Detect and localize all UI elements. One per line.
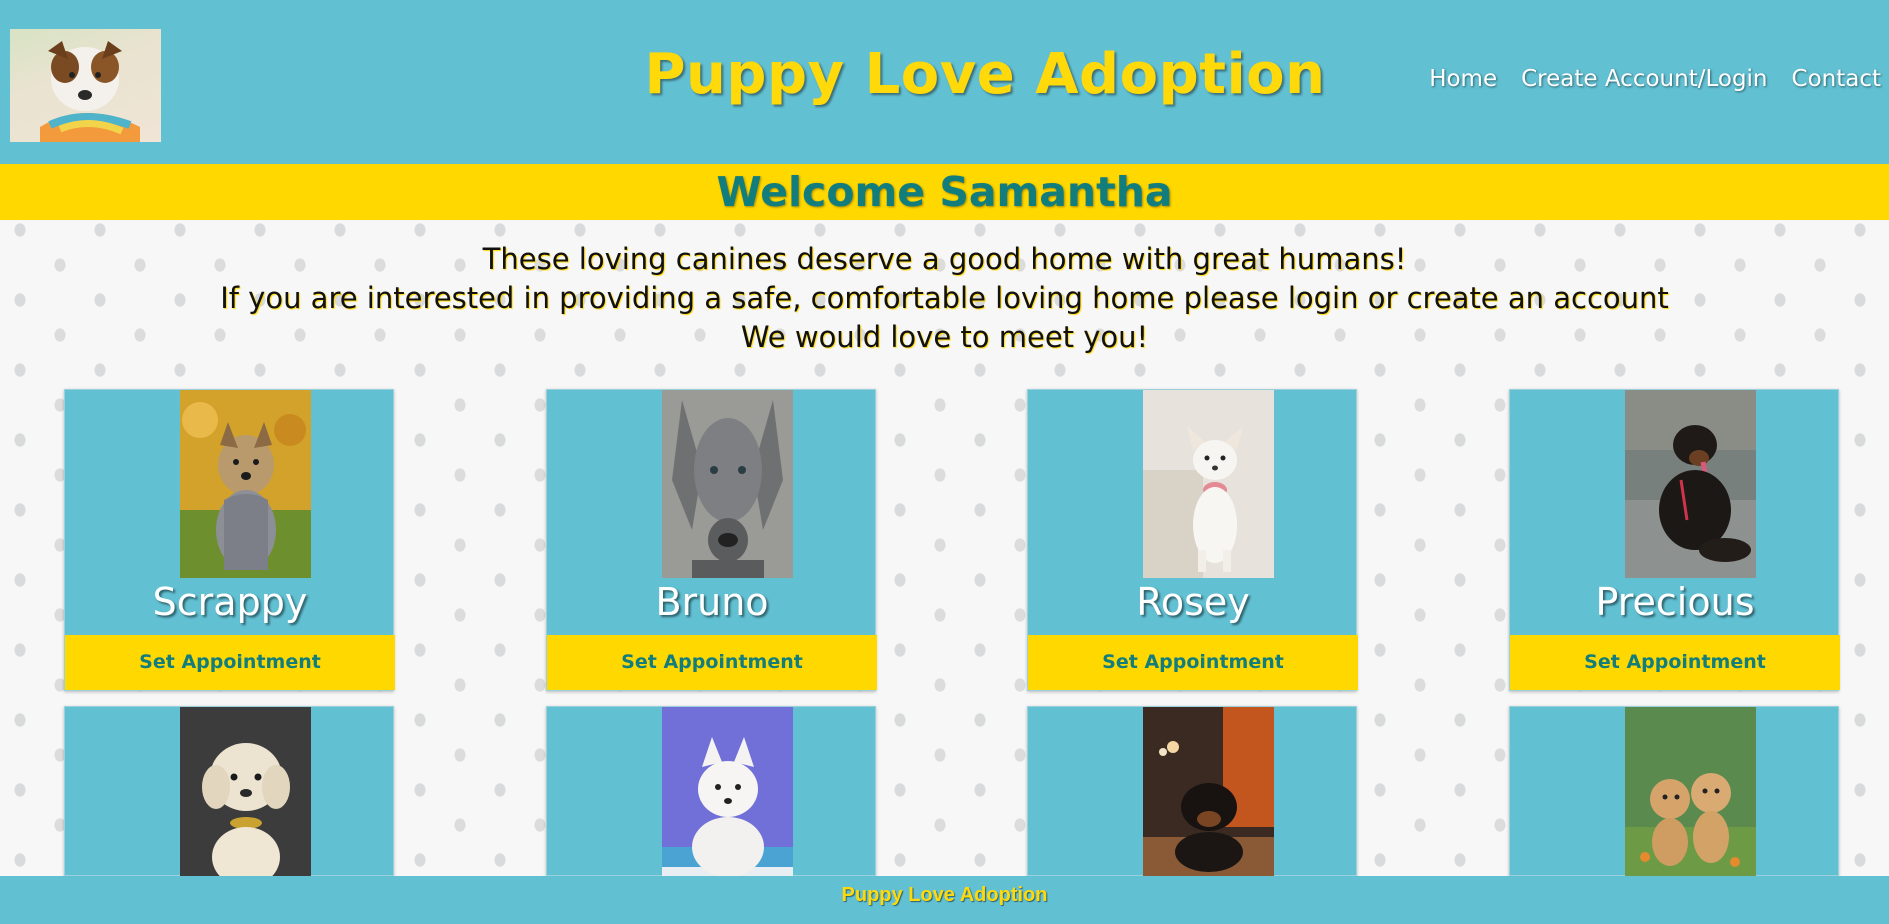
dog-photo-icon	[40, 41, 140, 142]
nav-contact-link[interactable]: Contact	[1792, 66, 1881, 92]
dog-photo[interactable]	[662, 390, 793, 578]
footer-text: Puppy Love Adoption	[841, 884, 1048, 906]
set-appointment-button[interactable]: Set Appointment	[65, 635, 395, 690]
dog-name: Precious	[1595, 580, 1755, 624]
intro-text: These loving canines deserve a good home…	[0, 240, 1889, 357]
dog-card-rosey: Rosey Set Appointment	[1027, 389, 1358, 691]
rottweiler-photo-icon	[1625, 390, 1756, 578]
dog-photo[interactable]	[662, 707, 793, 877]
great-dane-photo-icon	[662, 390, 793, 578]
dog-card	[1509, 706, 1839, 877]
dog-name: Scrappy	[152, 580, 308, 624]
chihuahua-photo-icon	[1143, 390, 1274, 578]
set-appointment-button[interactable]: Set Appointment	[547, 635, 877, 690]
site-footer: Puppy Love Adoption	[0, 876, 1889, 924]
dog-card-bruno: Bruno Set Appointment	[546, 389, 877, 691]
set-appointment-button[interactable]: Set Appointment	[1028, 635, 1358, 690]
dog-photo[interactable]	[1143, 390, 1274, 578]
main-nav: Home Create Account/Login Contact	[1429, 66, 1881, 92]
dog-photo[interactable]	[1625, 390, 1756, 578]
rottweiler-puppy-photo-icon	[1143, 707, 1274, 877]
set-appointment-button[interactable]: Set Appointment	[1510, 635, 1840, 690]
yorkie-photo-icon	[180, 390, 311, 578]
intro-line-2: If you are interested in providing a saf…	[220, 281, 1669, 315]
dog-card	[546, 706, 876, 877]
nav-home-link[interactable]: Home	[1429, 66, 1497, 92]
dog-name: Rosey	[1136, 580, 1250, 624]
welcome-heading: Welcome Samantha	[716, 168, 1173, 216]
dog-photo[interactable]	[180, 707, 311, 877]
logo-dog-photo[interactable]	[10, 29, 161, 142]
intro-line-1: These loving canines deserve a good home…	[482, 242, 1407, 276]
dog-name: Bruno	[655, 580, 769, 624]
nav-create-account-login-link[interactable]: Create Account/Login	[1521, 66, 1767, 92]
dog-card-precious: Precious Set Appointment	[1509, 389, 1840, 691]
dog-card	[64, 706, 394, 877]
poodle-mix-photo-icon	[180, 707, 311, 877]
site-title: Puppy Love Adoption	[644, 42, 1326, 107]
dog-photo[interactable]	[1625, 707, 1756, 877]
golden-puppies-photo-icon	[1625, 707, 1756, 877]
site-header: Puppy Love Adoption Home Create Account/…	[0, 0, 1889, 164]
dog-photo[interactable]	[180, 390, 311, 578]
dog-photo[interactable]	[1143, 707, 1274, 877]
welcome-banner: Welcome Samantha	[0, 164, 1889, 220]
intro-line-3: We would love to meet you!	[740, 320, 1149, 354]
samoyed-photo-icon	[662, 707, 793, 877]
dog-card	[1027, 706, 1357, 877]
dog-card-scrappy: Scrappy Set Appointment	[64, 389, 395, 691]
